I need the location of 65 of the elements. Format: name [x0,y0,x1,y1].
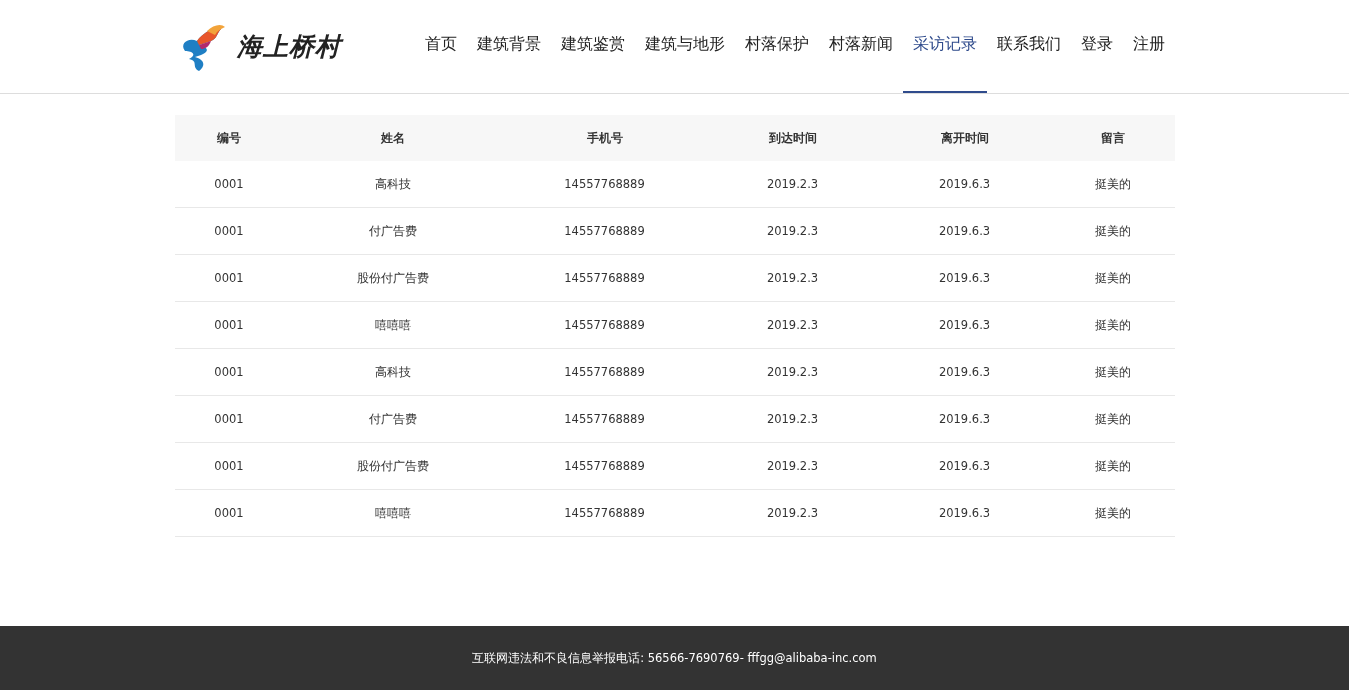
table-cell: 挺美的 [1050,207,1175,255]
table-cell: 2019.6.3 [878,254,1051,302]
table-cell: 2019.6.3 [878,489,1051,537]
table-cell: 2019.2.3 [706,254,879,302]
column-header: 留言 [1050,115,1175,161]
table-cell: 股份付广告费 [283,254,503,302]
table-cell: 2019.6.3 [878,301,1051,349]
table-cell: 0001 [174,254,284,302]
table-cell: 14557768889 [502,254,707,302]
table-cell: 2019.6.3 [878,442,1051,490]
table-cell: 挺美的 [1050,161,1175,208]
table-cell: 0001 [174,348,284,396]
table-cell: 0001 [174,301,284,349]
table-cell: 挺美的 [1050,301,1175,349]
column-header: 姓名 [283,115,503,161]
table-cell: 14557768889 [502,442,707,490]
footer-text: 互联网违法和不良信息举报电话: 56566-7690769- fffgg@alibaba-inc.com [472,650,877,666]
table-cell: 高科技 [283,161,503,208]
table-cell: 2019.2.3 [706,442,879,490]
nav-link[interactable]: 村落新闻 [818,0,903,93]
table-cell: 14557768889 [502,301,707,349]
table-cell: 14557768889 [502,395,707,443]
table-cell: 挺美的 [1050,395,1175,443]
table-cell: 0001 [174,489,284,537]
table-cell: 14557768889 [502,161,707,208]
table-cell: 2019.2.3 [706,489,879,537]
table-cell: 0001 [174,161,284,208]
table-cell: 0001 [174,395,284,443]
table-cell: 付广告费 [283,207,503,255]
table-cell: 0001 [174,207,284,255]
nav-link[interactable]: 建筑鉴赏 [550,0,635,93]
table-cell: 2019.6.3 [878,161,1051,208]
column-header: 编号 [174,115,284,161]
table-cell: 2019.6.3 [878,207,1051,255]
column-header: 到达时间 [706,115,879,161]
table-cell: 嘻嘻嘻 [283,489,503,537]
table-cell: 14557768889 [502,489,707,537]
nav-link[interactable]: 首页 [414,0,467,93]
table-cell: 挺美的 [1050,442,1175,490]
table-cell: 2019.6.3 [878,395,1051,443]
nav-link[interactable]: 村落保护 [734,0,819,93]
table-cell: 2019.2.3 [706,348,879,396]
table-cell: 2019.2.3 [706,301,879,349]
table-cell: 挺美的 [1050,254,1175,302]
column-header: 离开时间 [878,115,1051,161]
nav-link[interactable]: 建筑与地形 [634,0,735,93]
nav-link[interactable]: 采访记录 [902,0,987,93]
nav-link[interactable]: 登录 [1070,0,1123,93]
table-cell: 挺美的 [1050,348,1175,396]
nav-link[interactable]: 注册 [1122,0,1175,93]
table-cell: 高科技 [283,348,503,396]
table-cell: 2019.2.3 [706,161,879,208]
column-header: 手机号 [502,115,707,161]
table-cell: 14557768889 [502,348,707,396]
table-cell: 2019.2.3 [706,395,879,443]
table-cell: 嘻嘻嘻 [283,301,503,349]
nav-link[interactable]: 联系我们 [986,0,1071,93]
table-cell: 2019.6.3 [878,348,1051,396]
table-cell: 挺美的 [1050,489,1175,537]
table-cell: 2019.2.3 [706,207,879,255]
table-cell: 0001 [174,442,284,490]
table-cell: 付广告费 [283,395,503,443]
nav-link[interactable]: 建筑背景 [466,0,551,93]
table-cell: 股份付广告费 [283,442,503,490]
table-cell: 14557768889 [502,207,707,255]
